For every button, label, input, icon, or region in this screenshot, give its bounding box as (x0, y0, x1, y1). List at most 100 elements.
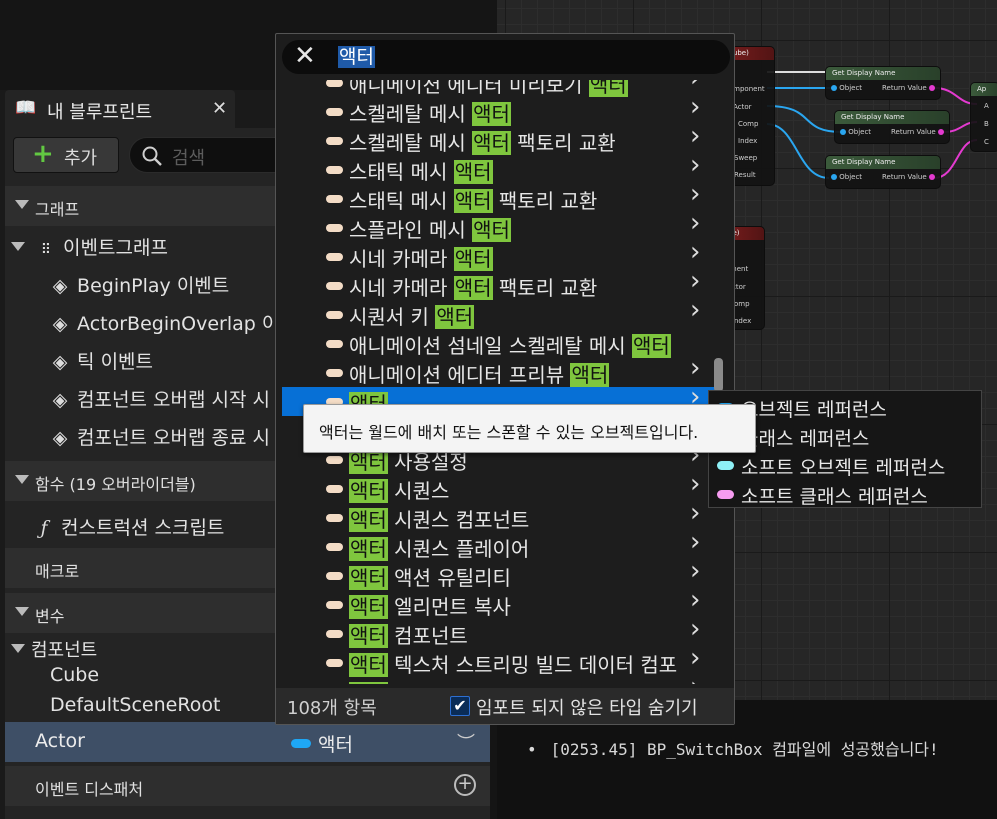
book-icon: 📖 (15, 98, 37, 118)
variable-type-label[interactable]: 액터 (318, 730, 353, 757)
chevron-right-icon[interactable]: › (690, 498, 700, 528)
node-title: Get Display Name (826, 156, 940, 169)
section-event-dispatchers[interactable]: 이벤트 디스패처 + (5, 766, 490, 806)
get-display-name-node[interactable]: Get Display Name Object Return Value (825, 155, 941, 189)
chevron-right-icon[interactable]: › (690, 92, 700, 122)
get-display-name-node[interactable]: Get Display Name Object Return Value (834, 110, 950, 144)
components-category[interactable]: 컴포넌트 (31, 636, 97, 662)
close-icon[interactable]: ✕ (212, 98, 227, 119)
add-button[interactable]: + 추가 (13, 137, 119, 173)
type-list-item[interactable]: 스태틱 메시 액터 › (282, 150, 716, 184)
event-item-actorbeginoverlap[interactable]: ◈ ActorBeginOverlap 이벤 (49, 309, 297, 336)
type-pill-icon (326, 456, 343, 464)
chevron-right-icon[interactable]: › (690, 121, 700, 151)
component-item-defaultsceneroot[interactable]: DefaultSceneRoot (50, 694, 220, 716)
type-list-item[interactable]: 액터 팩토리 교환 › (282, 672, 716, 684)
event-item-beginplay[interactable]: ◈ BeginPlay 이벤트 (49, 271, 230, 298)
chevron-right-icon[interactable]: › (690, 672, 700, 684)
scrollbar-thumb[interactable] (714, 358, 723, 392)
chevron-right-icon[interactable]: › (690, 353, 700, 383)
add-button-label: 추가 (64, 148, 98, 169)
type-label: 액터 시퀀스 컴포넌트 (349, 508, 530, 532)
chevron-right-icon[interactable]: › (690, 585, 700, 615)
chevron-right-icon[interactable]: › (690, 527, 700, 557)
type-list-item[interactable]: 스태틱 메시 액터 팩토리 교환 › (282, 179, 716, 213)
tab-my-blueprint[interactable]: 📖 내 블루프린트 ✕ (5, 90, 235, 128)
output-pin-icon[interactable] (937, 129, 944, 135)
chevron-right-icon[interactable]: › (690, 237, 700, 267)
type-list-item[interactable]: 애니메이션 섬네일 스켈레탈 메시 액터 (282, 329, 716, 358)
input-pin-icon[interactable] (840, 129, 846, 135)
chevron-right-icon[interactable]: › (690, 556, 700, 586)
node-title: Get Display Name (835, 111, 949, 124)
event-label: 틱 이벤트 (77, 351, 154, 373)
variable-type-pill-icon[interactable] (291, 739, 311, 748)
collapse-arrow-icon[interactable] (11, 644, 25, 653)
output-pin-icon[interactable] (928, 174, 935, 180)
type-list-item[interactable]: 애니메이션 에디터 프리뷰 액터 › (282, 353, 716, 387)
chevron-right-icon[interactable]: › (690, 643, 700, 673)
reference-type-label: 소프트 클래스 레퍼런스 (741, 486, 928, 508)
type-list-item[interactable]: 스플라인 메시 액터 › (282, 208, 716, 242)
type-list-item[interactable]: 액터 엘리먼트 복사 › (282, 585, 716, 619)
type-label: 액터 팩토리 교환 (349, 678, 493, 684)
type-list-item[interactable]: 액터 컴포넌트 › (282, 614, 716, 648)
input-pin-icon[interactable] (831, 85, 837, 91)
type-list-item[interactable]: 스켈레탈 메시 액터 팩토리 교환 › (282, 121, 716, 155)
node-pin-label: A (984, 102, 989, 110)
type-list[interactable]: 애니메이션 에디터 미리보기 액터›스켈레탈 메시 액터›스켈레탈 메시 액터 … (282, 80, 716, 684)
event-item-component-begin-overlap[interactable]: ◈ 컴포넌트 오버랩 시작 시 (49, 385, 270, 412)
type-list-item[interactable]: 애니메이션 에디터 미리보기 액터› (282, 80, 716, 97)
output-pin-icon[interactable] (928, 85, 935, 91)
type-search-input[interactable]: ✕ 액터 (282, 40, 730, 74)
chevron-right-icon[interactable]: › (690, 469, 700, 499)
type-list-item[interactable]: 액터 시퀀스 › (282, 469, 716, 503)
type-picker-popup: ✕ 액터 애니메이션 에디터 미리보기 액터›스켈레탈 메시 액터›스켈레탈 메… (275, 33, 735, 725)
type-list-item[interactable]: 시네 카메라 액터 › (282, 237, 716, 271)
chevron-right-icon[interactable]: › (690, 179, 700, 209)
type-list-item[interactable]: 액터 시퀀스 플레이어 › (282, 527, 716, 561)
type-label: 액터 시퀀스 플레이어 (349, 537, 530, 561)
type-list-item[interactable]: 스켈레탈 메시 액터 › (282, 92, 716, 126)
variable-row-actor[interactable]: Actor 액터 ︶ (5, 722, 490, 762)
type-label: 액터 엘리먼트 복사 (349, 595, 511, 619)
hide-unimported-checkbox[interactable]: ✔ (450, 696, 470, 716)
component-item-cube[interactable]: Cube (50, 664, 99, 686)
chevron-right-icon[interactable]: › (690, 614, 700, 644)
event-graph-item[interactable]: ⠿ 이벤트그래프 (35, 233, 168, 260)
event-item-tick[interactable]: ◈ 틱 이벤트 (49, 347, 153, 374)
type-list-item[interactable]: 액터 액션 유틸리티 › (282, 556, 716, 590)
reference-type-item[interactable]: 소프트 오브젝트 레퍼런스 (713, 451, 979, 480)
input-pin-icon[interactable] (831, 174, 837, 180)
collapse-arrow-icon[interactable] (15, 200, 29, 209)
node-pin-label: Object (848, 128, 872, 136)
clear-search-icon[interactable]: ✕ (294, 41, 316, 71)
type-pill-icon (326, 80, 343, 87)
chevron-right-icon[interactable]: › (690, 295, 700, 325)
collapse-arrow-icon[interactable] (15, 607, 29, 616)
type-label: 액터 액션 유틸리티 (349, 566, 511, 590)
picker-footer: 108개 항목 ✔ 임포트 되지 않은 타입 숨기기 (276, 688, 734, 724)
event-item-component-end-overlap[interactable]: ◈ 컴포넌트 오버랩 종료 시 (49, 423, 270, 450)
collapse-arrow-icon[interactable] (15, 475, 29, 484)
node-pin-label: Object (839, 173, 863, 181)
append-node[interactable]: Ap A B C (970, 82, 997, 152)
type-list-item[interactable]: 액터 텍스처 스트리밍 빌드 데이터 컴포 › (282, 643, 716, 677)
get-display-name-node[interactable]: Get Display Name Object Return Value (825, 66, 941, 100)
node-pin-label: Object (839, 84, 863, 92)
type-list-item[interactable]: 시퀀서 키 액터 › (282, 295, 716, 329)
event-label: ActorBeginOverlap 이벤 (77, 313, 297, 335)
reference-type-item[interactable]: 소프트 클래스 레퍼런스 (713, 480, 979, 509)
add-dispatcher-icon[interactable]: + (454, 774, 476, 796)
visibility-eye-icon[interactable]: ︶ (457, 729, 475, 755)
type-list-item[interactable]: 시네 카메라 액터 팩토리 교환 › (282, 266, 716, 300)
construction-script-item[interactable]: ƒ 컨스트럭션 스크립트 (33, 513, 224, 540)
chevron-right-icon[interactable]: › (690, 208, 700, 238)
type-pill-icon (326, 311, 343, 319)
chevron-right-icon[interactable]: › (690, 266, 700, 296)
collapse-arrow-icon[interactable] (11, 242, 25, 251)
type-list-item[interactable]: 액터 시퀀스 컴포넌트 › (282, 498, 716, 532)
chevron-right-icon[interactable]: › (690, 150, 700, 180)
search-query: 액터 (338, 46, 375, 68)
search-icon (142, 146, 162, 166)
